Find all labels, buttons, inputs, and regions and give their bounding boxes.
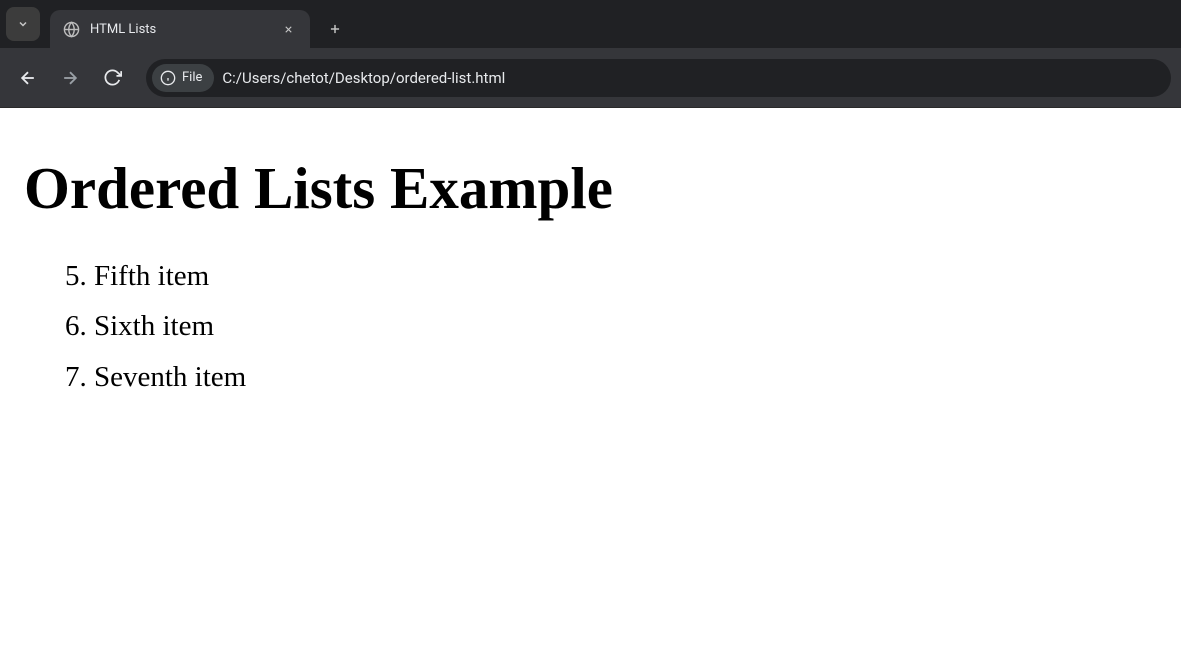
page-heading: Ordered Lists Example <box>24 154 1157 223</box>
list-item: Sixth item <box>94 303 1157 349</box>
arrow-left-icon <box>18 68 38 88</box>
close-icon <box>283 24 294 35</box>
file-chip-label: File <box>182 70 202 85</box>
tab-title: HTML Lists <box>90 22 278 37</box>
tab-close-button[interactable] <box>278 19 298 39</box>
ordered-list: Fifth itemSixth item Seventh item <box>24 253 1157 400</box>
arrow-right-icon <box>60 68 80 88</box>
new-tab-button[interactable] <box>320 14 350 44</box>
browser-toolbar: File C:/Users/chetot/Desktop/ordered-lis… <box>0 48 1181 108</box>
tab-bar: HTML Lists <box>0 0 1181 48</box>
chevron-down-icon <box>17 18 29 30</box>
list-item: Seventh item <box>94 354 1157 400</box>
reload-button[interactable] <box>94 60 130 96</box>
info-icon <box>160 70 176 86</box>
browser-tab[interactable]: HTML Lists <box>50 10 310 48</box>
back-button[interactable] <box>10 60 46 96</box>
tab-search-dropdown[interactable] <box>6 7 40 41</box>
page-content: Ordered Lists Example Fifth itemSixth it… <box>0 108 1181 428</box>
plus-icon <box>328 22 342 36</box>
url-text: C:/Users/chetot/Desktop/ordered-list.htm… <box>222 69 505 87</box>
file-origin-chip[interactable]: File <box>152 64 214 92</box>
browser-chrome: HTML Lists File C:/Users/chetot/Desktop/… <box>0 0 1181 108</box>
address-bar[interactable]: File C:/Users/chetot/Desktop/ordered-lis… <box>146 59 1171 97</box>
list-item: Fifth item <box>94 253 1157 299</box>
globe-icon <box>62 20 80 38</box>
reload-icon <box>103 68 122 87</box>
forward-button[interactable] <box>52 60 88 96</box>
